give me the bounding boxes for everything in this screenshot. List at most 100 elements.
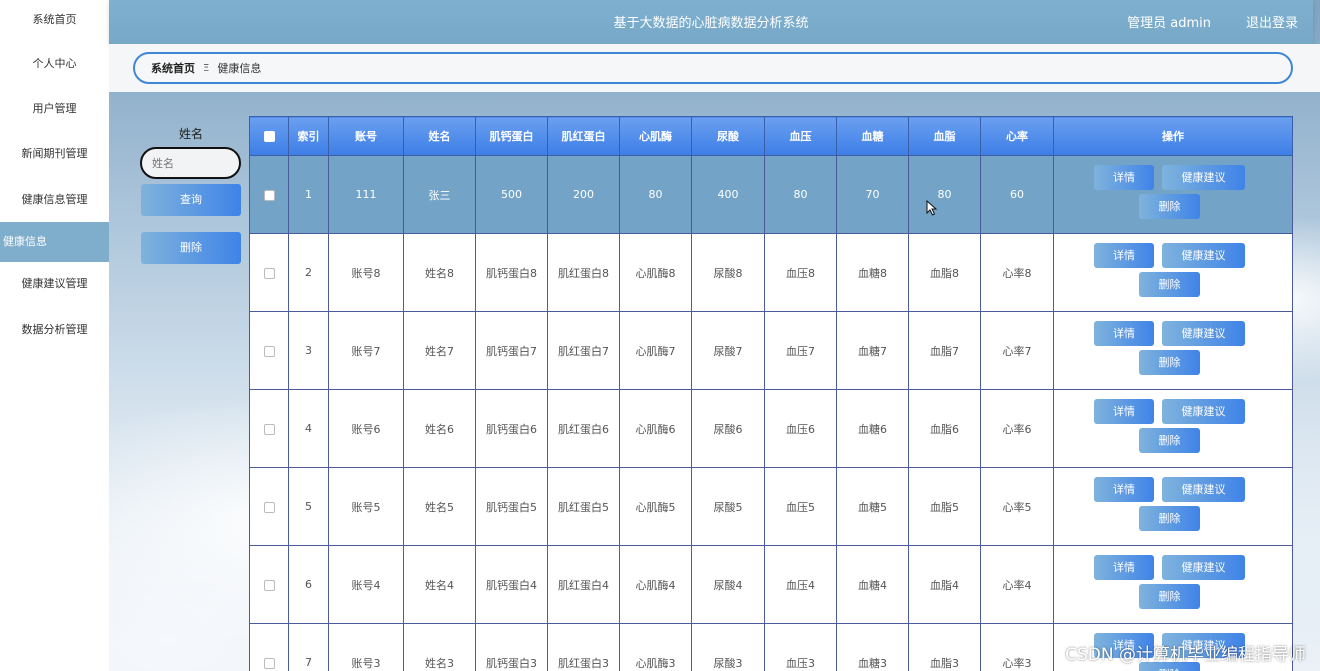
health-advice-button[interactable]: 健康建议 xyxy=(1162,321,1245,346)
row-delete-button[interactable]: 删除 xyxy=(1139,506,1200,531)
table-cell: 心肌酶7 xyxy=(619,311,692,390)
batch-delete-button[interactable]: 删除 xyxy=(141,232,241,264)
row-actions: 详情健康建议删除 xyxy=(1054,390,1292,467)
health-advice-button[interactable]: 健康建议 xyxy=(1162,399,1245,424)
search-name-label: 姓名 xyxy=(178,127,203,141)
row-checkbox[interactable] xyxy=(263,501,275,513)
row-checkbox[interactable] xyxy=(263,345,275,357)
detail-button[interactable]: 详情 xyxy=(1094,477,1154,502)
table-cell: 心率5 xyxy=(980,467,1054,546)
detail-button[interactable]: 详情 xyxy=(1094,165,1154,190)
health-advice-button[interactable]: 健康建议 xyxy=(1162,477,1245,502)
table-cell: 肌红蛋白7 xyxy=(547,311,620,390)
table-cell: 姓名3 xyxy=(403,623,476,671)
table-cell: 3 xyxy=(288,311,329,390)
row-actions: 详情健康建议删除 xyxy=(1054,234,1292,311)
sidebar: 系统首页 个人中心 用户管理 新闻期刊管理 健康信息管理 健康信息 健康建议管理… xyxy=(0,0,109,671)
row-delete-button[interactable]: 删除 xyxy=(1139,350,1200,375)
table-cell: 血糖5 xyxy=(836,467,909,546)
table-cell: 账号4 xyxy=(328,545,404,624)
table-cell: 400 xyxy=(691,155,765,234)
sidebar-item-health-info[interactable]: 健康信息 xyxy=(0,222,109,262)
table-cell: 111 xyxy=(328,155,404,234)
row-checkbox[interactable] xyxy=(263,657,275,669)
top-header: 基于大数据的心脏病数据分析系统 管理员 admin 退出登录 xyxy=(109,0,1313,44)
table-cell: 200 xyxy=(547,155,620,234)
sidebar-item-home[interactable]: 系统首页 xyxy=(0,0,109,40)
detail-button[interactable]: 详情 xyxy=(1094,399,1154,424)
breadcrumb-current: 健康信息 xyxy=(217,62,262,75)
column-header: 肌红蛋白 xyxy=(547,116,620,156)
table-header-row: 索引 账号 姓名 肌钙蛋白 肌红蛋白 心肌酶 尿酸 血压 血糖 血脂 心率 操作 xyxy=(249,116,1293,156)
table-cell: 尿酸4 xyxy=(691,545,765,624)
sidebar-item-personal-center[interactable]: 个人中心 xyxy=(0,44,109,84)
table-row[interactable]: 6 账号4 姓名4 肌钙蛋白4 肌红蛋白4 心肌酶4 尿酸4 血压4 血糖4 血脂4 心率4 详情 健康… xyxy=(249,545,1293,624)
table-row[interactable]: 5 账号5 姓名5 肌钙蛋白5 肌红蛋白5 心肌酶5 尿酸5 血压5 血糖5 血脂5 心率5 详情 健康… xyxy=(249,467,1293,546)
table-cell: 账号5 xyxy=(328,467,404,546)
row-actions-cell: 详情健康建议删除 xyxy=(1053,311,1293,390)
detail-button[interactable]: 详情 xyxy=(1094,555,1154,580)
row-checkbox[interactable] xyxy=(263,423,275,435)
sidebar-item-user-management[interactable]: 用户管理 xyxy=(0,89,109,129)
name-search-input[interactable] xyxy=(140,147,241,179)
sidebar-item-health-info-management[interactable]: 健康信息管理 xyxy=(0,180,109,220)
sidebar-item-news-journal-management[interactable]: 新闻期刊管理 xyxy=(0,134,109,174)
detail-button[interactable]: 详情 xyxy=(1094,243,1154,268)
row-select-cell xyxy=(249,467,289,546)
sidebar-item-data-analysis-management[interactable]: 数据分析管理 xyxy=(0,310,109,350)
table-cell: 500 xyxy=(475,155,548,234)
row-checkbox[interactable] xyxy=(263,267,275,279)
table-cell: 账号8 xyxy=(328,233,404,312)
row-delete-button[interactable]: 删除 xyxy=(1139,272,1200,297)
row-actions-cell: 详情健康建议删除 xyxy=(1053,389,1293,468)
table-cell: 血压4 xyxy=(764,545,837,624)
table-cell: 血糖7 xyxy=(836,311,909,390)
table-cell: 60 xyxy=(980,155,1054,234)
table-cell: 肌红蛋白6 xyxy=(547,389,620,468)
detail-button[interactable]: 详情 xyxy=(1094,321,1154,346)
row-delete-button[interactable]: 删除 xyxy=(1139,194,1200,219)
logout-link[interactable]: 退出登录 xyxy=(1246,12,1298,31)
table-cell: 肌钙蛋白7 xyxy=(475,311,548,390)
health-advice-button[interactable]: 健康建议 xyxy=(1162,555,1245,580)
table-cell: 心率8 xyxy=(980,233,1054,312)
row-checkbox[interactable] xyxy=(263,579,275,591)
table-cell: 心肌酶4 xyxy=(619,545,692,624)
row-actions: 详情健康建议删除 xyxy=(1054,468,1292,545)
table-cell: 心率7 xyxy=(980,311,1054,390)
table-cell: 血压8 xyxy=(764,233,837,312)
select-all-checkbox[interactable] xyxy=(263,131,275,142)
row-actions: 详情健康建议删除 xyxy=(1054,312,1292,389)
table-cell: 账号7 xyxy=(328,311,404,390)
column-header: 索引 xyxy=(288,116,329,156)
row-actions-cell: 详情健康建议删除 xyxy=(1053,155,1293,234)
table-row[interactable]: 1 111 张三 500 200 80 400 80 70 80 60 详情 健康建议 删除 xyxy=(249,155,1293,234)
table-cell: 肌钙蛋白8 xyxy=(475,233,548,312)
table-cell: 肌红蛋白5 xyxy=(547,467,620,546)
table-cell: 7 xyxy=(288,623,329,671)
health-advice-button[interactable]: 健康建议 xyxy=(1162,243,1245,268)
row-actions-cell: 详情健康建议删除 xyxy=(1053,467,1293,546)
table-cell: 血压5 xyxy=(764,467,837,546)
table-row[interactable]: 3 账号7 姓名7 肌钙蛋白7 肌红蛋白7 心肌酶7 尿酸7 血压7 血糖7 血脂7 心率7 详情 健康… xyxy=(249,311,1293,390)
table-cell: 血糖3 xyxy=(836,623,909,671)
table-cell: 血脂8 xyxy=(908,233,981,312)
table-cell: 肌钙蛋白3 xyxy=(475,623,548,671)
table-cell: 70 xyxy=(836,155,909,234)
row-delete-button[interactable]: 删除 xyxy=(1139,584,1200,609)
sidebar-item-health-advice-management[interactable]: 健康建议管理 xyxy=(0,264,109,304)
table-row[interactable]: 2 账号8 姓名8 肌钙蛋白8 肌红蛋白8 心肌酶8 尿酸8 血压8 血糖8 血脂8 心率8 详情 健康… xyxy=(249,233,1293,312)
column-header: 心肌酶 xyxy=(619,116,692,156)
row-actions-cell: 详情健康建议删除 xyxy=(1053,545,1293,624)
health-advice-button[interactable]: 健康建议 xyxy=(1162,165,1245,190)
breadcrumb: 系统首页 Ξ 健康信息 xyxy=(133,52,1293,84)
table-row[interactable]: 4 账号6 姓名6 肌钙蛋白6 肌红蛋白6 心肌酶6 尿酸6 血压6 血糖6 血脂6 心率6 详情 健康… xyxy=(249,389,1293,468)
table-cell: 心肌酶3 xyxy=(619,623,692,671)
breadcrumb-home[interactable]: 系统首页 xyxy=(151,60,195,76)
row-checkbox[interactable] xyxy=(263,189,275,201)
column-header: 肌钙蛋白 xyxy=(475,116,548,156)
table-cell: 心率4 xyxy=(980,545,1054,624)
row-delete-button[interactable]: 删除 xyxy=(1139,428,1200,453)
query-button[interactable]: 查询 xyxy=(141,184,241,216)
breadcrumb-separator-icon: Ξ xyxy=(203,62,210,74)
